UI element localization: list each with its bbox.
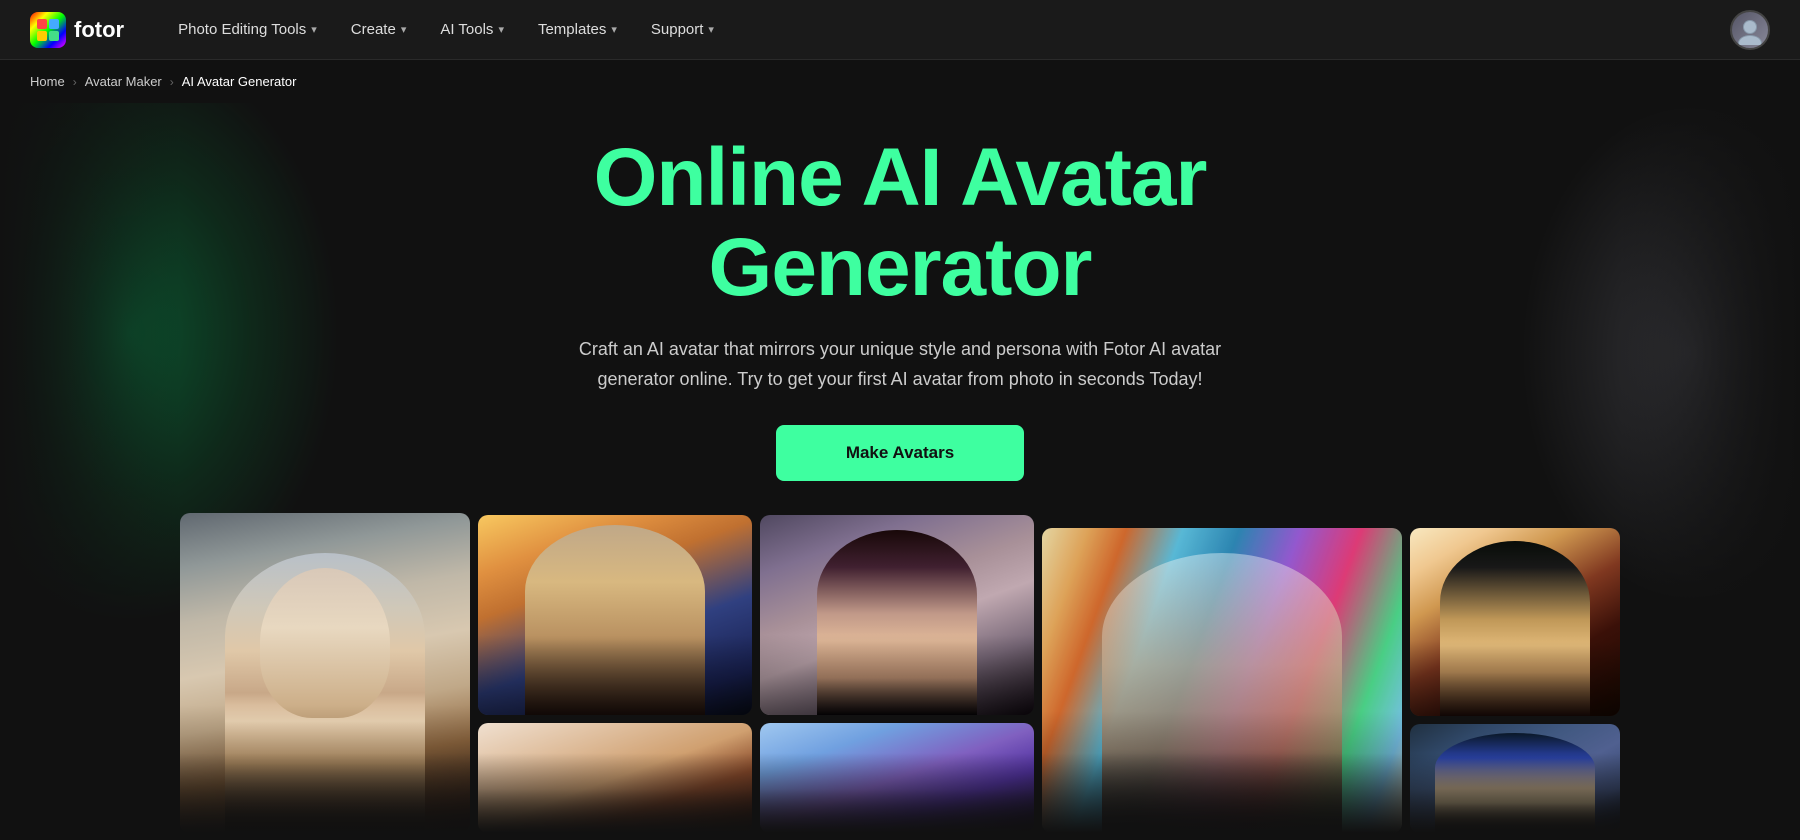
nav-item-support[interactable]: Support ▾ <box>637 13 728 46</box>
avatar-image-2 <box>478 515 752 715</box>
chevron-down-icon: ▾ <box>311 23 317 36</box>
user-avatar[interactable] <box>1730 10 1770 50</box>
page-title: Online AI Avatar Generator <box>450 133 1350 313</box>
hero-subtitle: Craft an AI avatar that mirrors your uni… <box>560 335 1240 394</box>
navbar: fotor Photo Editing Tools ▾ Create ▾ AI … <box>0 0 1800 60</box>
make-avatars-button[interactable]: Make Avatars <box>776 425 1024 481</box>
avatar-row-bottom <box>478 723 1034 833</box>
avatar-image-3 <box>760 515 1034 715</box>
logo-text: fotor <box>74 17 124 43</box>
avatar-gallery <box>0 513 1800 833</box>
breadcrumb: Home › Avatar Maker › AI Avatar Generato… <box>0 60 1800 103</box>
breadcrumb-separator-1: › <box>73 75 77 89</box>
nav-items: Photo Editing Tools ▾ Create ▾ AI Tools … <box>164 13 1730 46</box>
logo[interactable]: fotor <box>30 12 124 48</box>
main-content: Online AI Avatar Generator Craft an AI a… <box>0 103 1800 833</box>
chevron-down-icon: ▾ <box>611 23 617 36</box>
breadcrumb-separator-2: › <box>170 75 174 89</box>
hero-section: Online AI Avatar Generator Craft an AI a… <box>0 103 1800 481</box>
avatar-image-7 <box>1410 528 1620 716</box>
avatar-image-4 <box>478 723 752 833</box>
breadcrumb-current: AI Avatar Generator <box>182 74 297 89</box>
nav-item-ai-tools[interactable]: AI Tools ▾ <box>426 13 518 46</box>
chevron-down-icon: ▾ <box>708 23 714 36</box>
avatar-image-1 <box>180 513 470 833</box>
avatar-image-8 <box>1410 724 1620 833</box>
breadcrumb-parent[interactable]: Avatar Maker <box>85 74 162 89</box>
avatar-gallery-right <box>1410 528 1620 833</box>
chevron-down-icon: ▾ <box>401 23 407 36</box>
nav-item-templates[interactable]: Templates ▾ <box>524 13 631 46</box>
chevron-down-icon: ▾ <box>498 23 504 36</box>
nav-item-create[interactable]: Create ▾ <box>337 13 421 46</box>
breadcrumb-home[interactable]: Home <box>30 74 65 89</box>
nav-item-photo-editing[interactable]: Photo Editing Tools ▾ <box>164 13 331 46</box>
avatar-gallery-center <box>478 515 1034 833</box>
avatar-image-5 <box>760 723 1034 833</box>
logo-icon <box>30 12 66 48</box>
avatar-row-top <box>478 515 1034 715</box>
avatar-image-6 <box>1042 528 1402 833</box>
